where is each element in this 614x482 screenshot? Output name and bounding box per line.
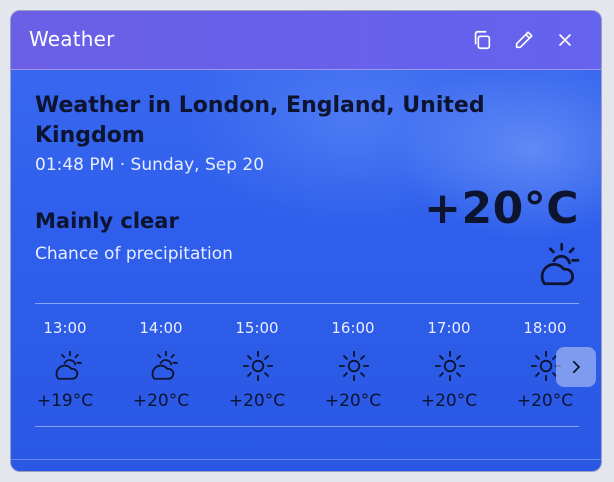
hour-item: 17:00 +20°C [421,311,501,419]
hour-temp: +19°C [36,391,94,411]
partly-cloudy-icon [151,350,178,380]
partly-cloudy-icon [55,350,82,380]
hour-time: 13:00 [43,319,87,337]
weather-widget: Weather Weather in London, England, Unit… [10,10,602,472]
sun-icon [434,350,466,382]
hourly-forecast: 13:00 +19°C 14:00 +20°C 15:00 +20°C 16:0… [35,311,579,421]
hour-time: 14:00 [139,319,183,337]
hour-item: 14:00 +20°C [133,311,213,419]
hour-temp: +20°C [516,391,574,411]
hour-item: 16:00 +20°C [325,311,405,419]
copy-button[interactable] [469,27,495,53]
pencil-icon [515,31,533,49]
top-divider [35,303,579,304]
hour-time: 18:00 [523,319,567,337]
weather-condition: Mainly clear [35,209,179,233]
hour-temp: +20°C [132,391,190,411]
date-time: 01:48 PM · Sunday, Sep 20 [35,155,265,175]
widget-title: Weather [29,27,115,51]
hour-item: 13:00 +19°C [37,311,117,419]
precipitation-label: Chance of precipitation [35,244,233,264]
hour-temp: +20°C [420,391,478,411]
hour-item: 15:00 +20°C [229,311,309,419]
sun-icon [242,350,274,382]
partly-cloudy-icon [540,242,580,286]
chevron-right-icon [572,360,580,374]
footer-divider [11,459,601,460]
hour-time: 16:00 [331,319,375,337]
widget-header: Weather [11,11,601,70]
current-temperature: +20°C [424,183,579,234]
location-heading: Weather in London, England, United Kingd… [35,93,485,148]
close-icon [559,34,571,46]
scroll-next-button[interactable] [556,347,596,387]
sun-icon [338,350,370,382]
hour-time: 15:00 [235,319,279,337]
hour-temp: +20°C [324,391,382,411]
copy-icon [474,30,491,50]
close-button[interactable] [552,27,578,53]
bottom-divider [35,426,579,427]
hour-temp: +20°C [228,391,286,411]
hour-time: 17:00 [427,319,471,337]
edit-button[interactable] [511,27,537,53]
